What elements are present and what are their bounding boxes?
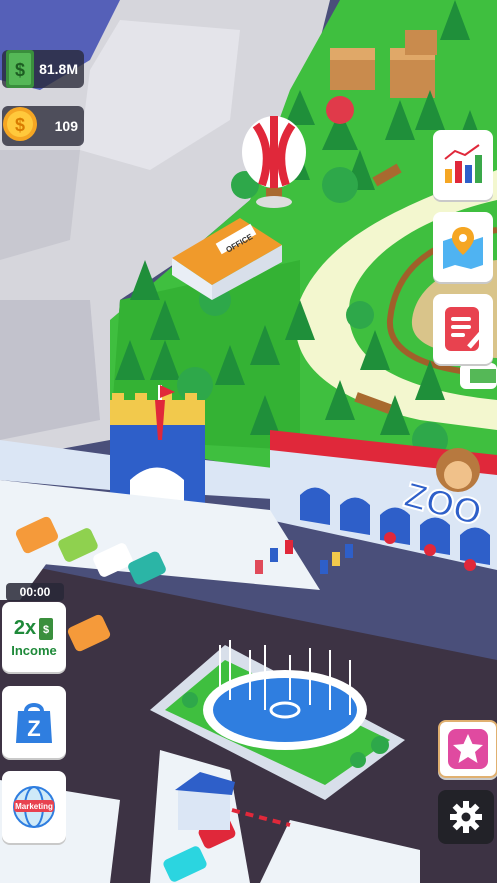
favorites-button[interactable] bbox=[438, 720, 497, 778]
crate-1 bbox=[330, 48, 375, 90]
map-button[interactable] bbox=[433, 212, 493, 282]
shopping-bag-icon: Z bbox=[16, 703, 52, 743]
bar-chart-icon bbox=[444, 144, 482, 183]
crate-3 bbox=[405, 30, 437, 55]
svg-text:$: $ bbox=[15, 60, 25, 80]
marketing-label: Marketing bbox=[15, 802, 53, 811]
income-boost-button[interactable]: 2x $ Income bbox=[2, 602, 66, 672]
shop-button[interactable]: Z bbox=[2, 686, 66, 758]
gear-icon bbox=[450, 801, 482, 833]
cash-bubble bbox=[460, 363, 497, 389]
star-icon bbox=[448, 729, 488, 769]
income-multiplier-text: 2x bbox=[13, 617, 37, 639]
svg-text:Z: Z bbox=[27, 716, 40, 741]
settings-button[interactable] bbox=[438, 790, 494, 844]
map-pin-icon bbox=[443, 227, 483, 269]
marketing-button[interactable]: Marketing bbox=[2, 771, 66, 843]
tasks-button[interactable] bbox=[433, 294, 493, 364]
svg-text:$: $ bbox=[43, 624, 49, 636]
boost-timer: 00:00 bbox=[6, 583, 64, 601]
cash-display: $ 81.8M bbox=[2, 50, 84, 88]
stats-button[interactable] bbox=[433, 130, 493, 200]
svg-text:$: $ bbox=[15, 115, 25, 135]
crate-2 bbox=[390, 48, 435, 98]
cash-value: 81.8M bbox=[39, 61, 78, 77]
income-multiplier: 2x $ bbox=[14, 617, 54, 641]
notepad-icon bbox=[445, 307, 485, 351]
coin-display: $ 109 bbox=[2, 106, 84, 146]
coin-value: 109 bbox=[54, 118, 78, 134]
dollar-bill-icon: $ bbox=[6, 50, 34, 88]
dollar-bill-icon: $ bbox=[39, 617, 54, 640]
income-label: Income bbox=[11, 642, 57, 658]
coin-icon: $ bbox=[3, 107, 37, 141]
